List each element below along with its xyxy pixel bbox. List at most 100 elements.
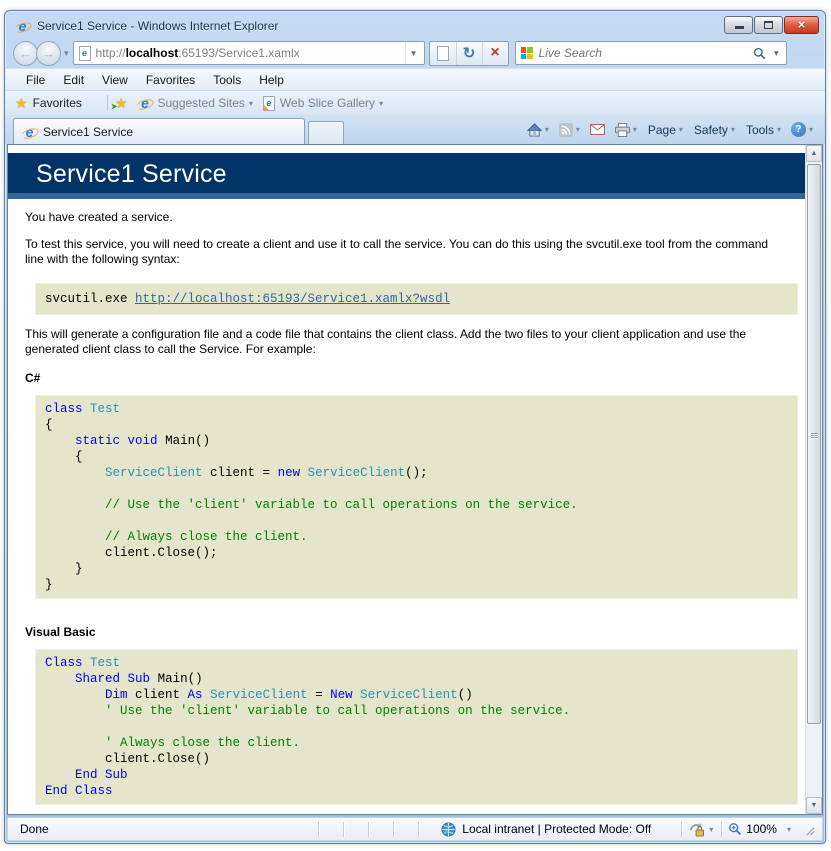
scroll-up-button[interactable]: ▲ bbox=[806, 145, 822, 162]
generate-note-paragraph: This will generate a configuration file … bbox=[25, 327, 785, 357]
chevron-down-icon: ▾ bbox=[809, 125, 813, 134]
protection-lock-icon bbox=[688, 822, 705, 837]
title-bar[interactable]: e Service1 Service - Windows Internet Ex… bbox=[5, 11, 825, 37]
scroll-down-button[interactable]: ▼ bbox=[806, 797, 822, 814]
instructions-paragraph: To test this service, you will need to c… bbox=[25, 237, 785, 267]
minimize-icon bbox=[735, 26, 744, 29]
tab-bar: e Service1 Service ▾ ▾ ▾ bbox=[5, 115, 825, 144]
globe-icon bbox=[441, 822, 456, 837]
chevron-down-icon: ▾ bbox=[777, 125, 781, 134]
zoom-magnifier-icon bbox=[728, 822, 742, 836]
csharp-label: C# bbox=[25, 371, 805, 385]
service-help-page: Service1 Service You have created a serv… bbox=[8, 145, 805, 814]
add-to-favorites-bar-button[interactable]: ➤ ★ bbox=[115, 96, 128, 110]
svcutil-command-box: svcutil.exe http://localhost:65193/Servi… bbox=[35, 283, 798, 315]
menu-item-help[interactable]: Help bbox=[250, 71, 293, 89]
menu-item-view[interactable]: View bbox=[93, 71, 137, 89]
help-button[interactable]: ? ▾ bbox=[787, 120, 817, 139]
address-bar[interactable]: e http://localhost:65193/Service1.xamlx … bbox=[73, 41, 425, 65]
menu-item-file[interactable]: File bbox=[17, 71, 54, 89]
ie-page-glyph: e bbox=[82, 49, 87, 58]
search-icon[interactable] bbox=[753, 47, 766, 60]
safety-menu-button[interactable]: Safety ▾ bbox=[689, 121, 739, 139]
safety-menu-label: Safety bbox=[694, 123, 728, 137]
suggested-sites-button[interactable]: e Suggested Sites ▾ bbox=[137, 96, 252, 110]
close-button[interactable]: × bbox=[784, 16, 819, 34]
page-menu-label: Page bbox=[648, 123, 676, 137]
visual-basic-label: Visual Basic bbox=[25, 625, 805, 639]
menu-bar: File Edit View Favorites Tools Help bbox=[5, 68, 825, 90]
tab-service1-service[interactable]: e Service1 Service bbox=[13, 118, 305, 144]
command-bar: ▾ ▾ ▾ Page ▾ Safety bbox=[523, 120, 817, 144]
web-slice-gallery-label: Web Slice Gallery bbox=[280, 96, 375, 110]
new-tab-button[interactable] bbox=[308, 121, 344, 144]
add-arrow-icon: ➤ bbox=[111, 102, 118, 111]
tools-menu-label: Tools bbox=[746, 123, 774, 137]
protection-button[interactable]: ▾ bbox=[688, 822, 713, 837]
maximize-icon bbox=[764, 21, 773, 29]
divider bbox=[681, 822, 682, 837]
back-button[interactable]: ← bbox=[13, 41, 38, 66]
divider bbox=[318, 822, 319, 837]
maximize-button[interactable] bbox=[754, 16, 783, 34]
security-zone-indicator[interactable]: Local intranet | Protected Mode: Off bbox=[441, 822, 651, 837]
divider bbox=[107, 95, 108, 111]
zoom-level: 100% bbox=[746, 822, 777, 836]
chevron-down-icon: ▾ bbox=[633, 125, 637, 134]
chevron-down-icon: ▾ bbox=[576, 125, 580, 134]
refresh-button[interactable]: ↻ bbox=[456, 42, 482, 65]
compatibility-view-icon bbox=[437, 46, 449, 61]
suggested-sites-label: Suggested Sites bbox=[157, 96, 244, 110]
zoom-button[interactable]: 100% ▾ bbox=[728, 822, 791, 836]
window-controls: × bbox=[723, 16, 819, 34]
close-icon: × bbox=[798, 18, 806, 31]
print-button[interactable]: ▾ bbox=[611, 121, 641, 139]
page-menu-button[interactable]: Page ▾ bbox=[643, 121, 687, 139]
read-mail-button[interactable] bbox=[586, 122, 609, 137]
ie-page-glyph: e bbox=[266, 99, 271, 108]
help-icon: ? bbox=[791, 122, 806, 137]
resize-grip[interactable] bbox=[805, 826, 816, 837]
favorites-button[interactable]: ★ Favorites bbox=[15, 96, 90, 110]
home-icon bbox=[527, 123, 542, 137]
stop-button[interactable]: × bbox=[482, 42, 508, 65]
menu-item-favorites[interactable]: Favorites bbox=[137, 71, 204, 89]
page-document-icon: e bbox=[79, 46, 91, 61]
menu-item-edit[interactable]: Edit bbox=[54, 71, 93, 89]
address-dropdown[interactable]: ▾ bbox=[405, 42, 422, 64]
svcutil-command: svcutil.exe bbox=[45, 292, 135, 306]
compatibility-view-button[interactable] bbox=[430, 42, 456, 65]
web-slice-icon: e bbox=[263, 96, 275, 111]
search-box[interactable]: Live Search ▾ bbox=[515, 41, 787, 65]
home-button[interactable]: ▾ bbox=[523, 121, 553, 139]
divider bbox=[368, 822, 369, 837]
menu-item-tools[interactable]: Tools bbox=[204, 71, 250, 89]
stop-icon: × bbox=[490, 45, 499, 61]
status-right-cluster: ▾ 100% ▾ bbox=[681, 822, 816, 837]
favorites-star-icon: ★ bbox=[15, 96, 28, 110]
tab-favicon: e bbox=[22, 125, 37, 139]
printer-icon bbox=[615, 123, 630, 137]
web-slice-gallery-button[interactable]: e Web Slice Gallery ▾ bbox=[263, 96, 383, 111]
vertical-scrollbar[interactable]: ▲ ▼ bbox=[805, 145, 822, 814]
recent-pages-dropdown[interactable]: ▾ bbox=[61, 48, 73, 59]
csharp-code-block: class Test{ static void Main() { Service… bbox=[35, 395, 798, 599]
chevron-down-icon: ▾ bbox=[545, 125, 549, 134]
scroll-down-icon: ▼ bbox=[811, 802, 818, 809]
divider bbox=[393, 822, 394, 837]
search-dropdown[interactable]: ▾ bbox=[772, 48, 781, 59]
feeds-button[interactable]: ▾ bbox=[555, 121, 584, 139]
tools-menu-button[interactable]: Tools ▾ bbox=[741, 121, 785, 139]
scrollbar-grip bbox=[811, 433, 818, 439]
status-bar: Done Local intranet | Protected Mode: Of… bbox=[7, 817, 823, 841]
scrollbar-thumb[interactable] bbox=[807, 164, 821, 724]
ie-logo-icon: e bbox=[15, 19, 30, 33]
url-path: :65193/Service1.xamlx bbox=[178, 46, 299, 60]
forward-button[interactable]: → bbox=[36, 41, 61, 66]
vb-code-block: Class Test Shared Sub Main() Dim client … bbox=[35, 649, 798, 805]
scroll-up-icon: ▲ bbox=[811, 150, 818, 157]
minimize-button[interactable] bbox=[724, 16, 753, 34]
intro-paragraph: You have created a service. bbox=[25, 210, 785, 225]
browser-window: e Service1 Service - Windows Internet Ex… bbox=[4, 10, 826, 844]
wsdl-link[interactable]: http://localhost:65193/Service1.xamlx?ws… bbox=[135, 292, 450, 306]
